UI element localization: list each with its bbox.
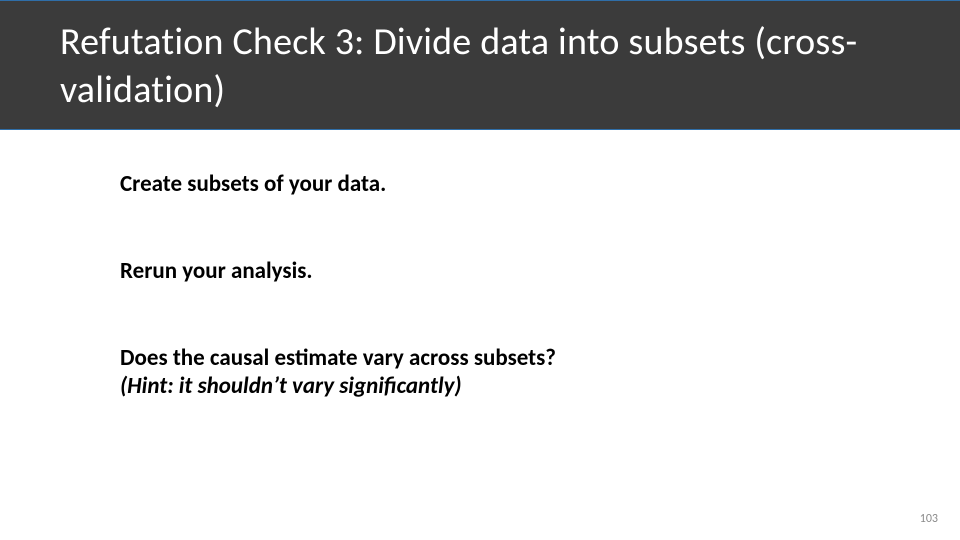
slide-title: Refutation Check 3: Divide data into sub… (60, 19, 920, 114)
page-number: 103 (920, 512, 938, 526)
bullet-3-hint: (Hint: it shouldn’t vary significantly) (120, 372, 880, 401)
title-bar: Refutation Check 3: Divide data into sub… (0, 0, 960, 130)
bullet-3-question: Does the causal estimate vary across sub… (120, 344, 880, 373)
bullet-1: Create subsets of your data. (120, 170, 880, 199)
bullet-2: Rerun your analysis. (120, 257, 880, 286)
bullet-3-group: Does the causal estimate vary across sub… (120, 344, 880, 402)
slide-body: Create subsets of your data. Rerun your … (120, 170, 880, 401)
